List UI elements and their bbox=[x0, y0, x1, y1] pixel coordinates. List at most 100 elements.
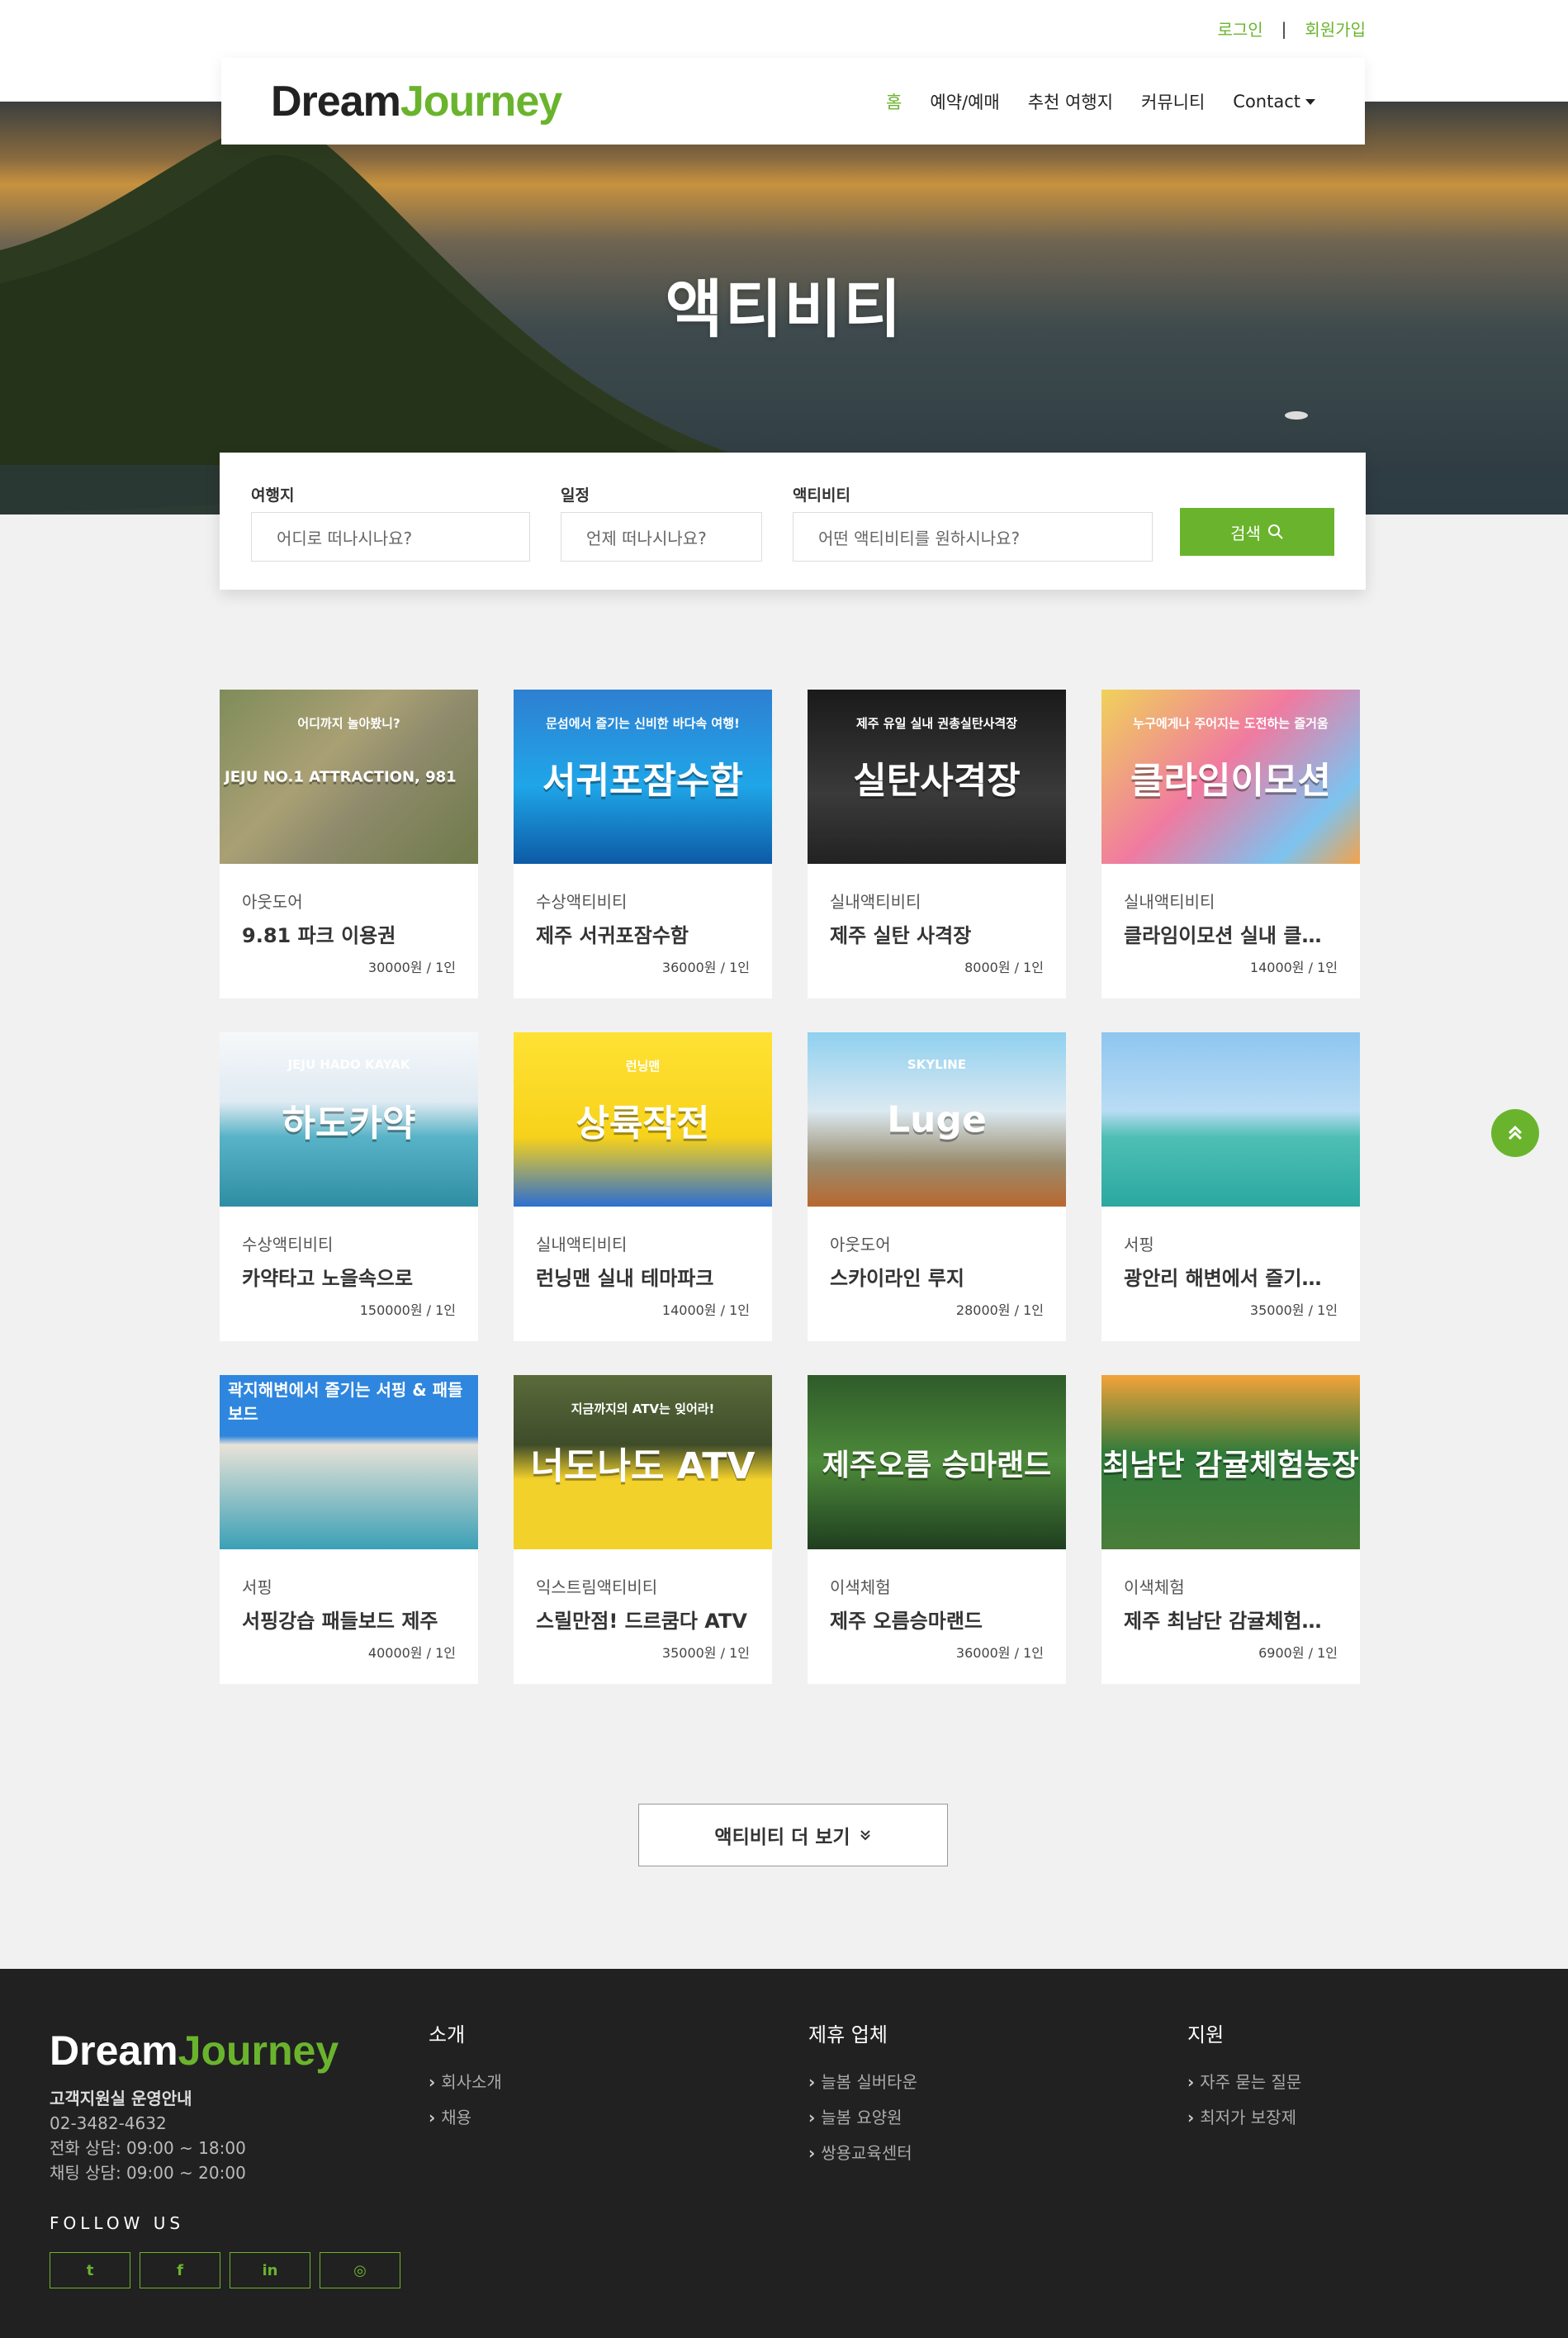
activity-info: 아웃도어 9.81 파크 이용권 30000원 / 1인 bbox=[220, 889, 478, 976]
activity-price: 8000원 / 1인 bbox=[964, 960, 1044, 975]
activity-card[interactable]: SKYLINE Luge 아웃도어 스카이라인 루지 28000원 / 1인 bbox=[808, 1032, 1066, 1341]
activity-thumbnail[interactable]: 곽지해변에서 즐기는 서핑 & 패들보드 bbox=[220, 1375, 478, 1549]
activity-label: 액티비티 bbox=[793, 486, 850, 505]
footer-link[interactable]: 최저가 보장제 bbox=[1187, 2104, 1301, 2128]
activity-card[interactable]: 최남단 감귤체험농장 이색체험 제주 최남단 감귤체험농장 6900원 / 1인 bbox=[1101, 1375, 1360, 1684]
scroll-to-top-button[interactable] bbox=[1491, 1109, 1539, 1157]
footer-link[interactable]: 자주 묻는 질문 bbox=[1187, 2069, 1301, 2093]
footer-link[interactable]: 회사소개 bbox=[429, 2069, 502, 2093]
nav-home[interactable]: 홈 bbox=[886, 89, 902, 114]
auth-links: 로그인 | 회원가입 bbox=[1217, 17, 1366, 40]
activity-title[interactable]: 카약타고 노을속으로 bbox=[242, 1262, 456, 1291]
activity-price: 150000원 / 1인 bbox=[359, 1302, 456, 1318]
activity-thumbnail[interactable]: 누구에게나 주어지는 도전하는 즐거움 클라임이모션 bbox=[1101, 690, 1360, 864]
more-activities-button[interactable]: 액티비티 더 보기 bbox=[638, 1804, 948, 1866]
activity-title[interactable]: 클라임이모션 실내 클라이밍 bbox=[1124, 919, 1338, 948]
activity-title[interactable]: 광안리 해변에서 즐기는 윈드서핑 bbox=[1124, 1262, 1338, 1291]
activity-category: 수상액티비티 bbox=[242, 1235, 334, 1254]
activity-info: 이색체험제주 오름승마랜드 36000원 / 1인 bbox=[808, 1574, 1066, 1662]
chat-hours: 채팅 상담: 09:00 ~ 20:00 bbox=[50, 2163, 246, 2183]
activity-price: 6900원 / 1인 bbox=[1258, 1645, 1338, 1661]
logo-part-journey: Journey bbox=[400, 77, 562, 126]
activity-card[interactable]: 서핑광안리 해변에서 즐기는 윈드서핑 35000원 / 1인 bbox=[1101, 1032, 1360, 1341]
activity-thumbnail[interactable]: SKYLINE Luge bbox=[808, 1032, 1066, 1207]
activity-price: 36000원 / 1인 bbox=[955, 1645, 1044, 1661]
more-button-label: 액티비티 더 보기 bbox=[714, 1827, 850, 1848]
activity-card[interactable]: 문섬에서 즐기는 신비한 바다속 여행! 서귀포잠수함수상액티비티제주 서귀포잠수… bbox=[514, 690, 772, 998]
activity-category: 서핑 bbox=[1124, 1235, 1154, 1254]
nav-booking[interactable]: 예약/예매 bbox=[930, 89, 999, 114]
activity-input[interactable]: 어떤 액티비티를 원하시나요? bbox=[793, 512, 1153, 562]
activity-card[interactable]: 누구에게나 주어지는 도전하는 즐거움 클라임이모션실내액티비티클라임이모션 실내… bbox=[1101, 690, 1360, 998]
nav-community[interactable]: 커뮤니티 bbox=[1141, 89, 1205, 114]
footer-col-partners-title: 제휴 업체 bbox=[808, 2023, 888, 2046]
footer-link[interactable]: 늘봄 요양원 bbox=[808, 2104, 917, 2128]
date-input[interactable]: 언제 떠나시나요? bbox=[561, 512, 762, 562]
linkedin-icon[interactable]: in bbox=[230, 2252, 310, 2288]
activity-thumbnail[interactable]: 제주 유일 실내 권총실탄사격장 실탄사격장 bbox=[808, 690, 1066, 864]
activity-category: 이색체험 bbox=[830, 1577, 891, 1597]
phone-hours: 전화 상담: 09:00 ~ 18:00 bbox=[50, 2138, 246, 2158]
activity-thumbnail[interactable]: 런닝맨 상륙작전 bbox=[514, 1032, 772, 1207]
activity-card[interactable]: 지금까지의 ATV는 잊어라! 너도나도 ATV 익스트림액티비티 스릴만점! 드르쿰… bbox=[514, 1375, 772, 1684]
footer-link[interactable]: 채용 bbox=[429, 2104, 502, 2128]
activity-title[interactable]: 스릴만점! 드르쿰다 ATV bbox=[536, 1605, 750, 1634]
activity-info: 수상액티비티 제주 서귀포잠수함 36000원 / 1인 bbox=[514, 889, 772, 976]
activity-title[interactable]: 서핑강습 패들보드 제주 bbox=[242, 1605, 456, 1634]
nav-recommend[interactable]: 추천 여행지 bbox=[1028, 89, 1113, 114]
social-links: t f in ◎ bbox=[50, 2252, 400, 2288]
footer-logo-dream: Dream bbox=[50, 2027, 178, 2074]
search-button-label: 검색 bbox=[1230, 523, 1261, 543]
thumbnail-headline: 제주오름 승마랜드 bbox=[822, 1448, 1052, 1482]
activity-title[interactable]: 제주 실탄 사격장 bbox=[830, 919, 1044, 948]
activity-info: 아웃도어 스카이라인 루지 28000원 / 1인 bbox=[808, 1231, 1066, 1319]
activity-card[interactable]: 곽지해변에서 즐기는 서핑 & 패들보드 서핑 서핑강습 패들보드 제주 40000원… bbox=[220, 1375, 478, 1684]
activity-card[interactable]: 어디까지 놀아봤니? JEJU NO.1 ATTRACTION, 981 아웃도어 9… bbox=[220, 690, 478, 998]
thumbnail-subtext: 지금까지의 ATV는 잊어라! bbox=[571, 1401, 715, 1416]
activity-category: 실내액티비티 bbox=[1124, 892, 1215, 912]
activity-card[interactable]: 제주 유일 실내 권총실탄사격장 실탄사격장 실내액티비티 제주 실탄 사격장 8000… bbox=[808, 690, 1066, 998]
activity-thumbnail[interactable] bbox=[1101, 1032, 1360, 1207]
support-title: 고객지원실 운영안내 bbox=[50, 2089, 192, 2108]
destination-field-group: 여행지 어디로 떠나시나요? bbox=[251, 483, 530, 562]
activity-card[interactable]: JEJU HADO KAYAK 하도카약수상액티비티카약타고 노을속으로 15000… bbox=[220, 1032, 478, 1341]
activity-category: 실내액티비티 bbox=[536, 1235, 628, 1254]
facebook-icon[interactable]: f bbox=[140, 2252, 220, 2288]
activity-title[interactable]: 런닝맨 실내 테마파크 bbox=[536, 1262, 750, 1291]
twitter-icon[interactable]: t bbox=[50, 2252, 130, 2288]
activity-card[interactable]: 런닝맨 상륙작전실내액티비티런닝맨 실내 테마파크 14000원 / 1인 bbox=[514, 1032, 772, 1341]
caret-down-icon bbox=[1305, 99, 1315, 105]
activity-category: 수상액티비티 bbox=[536, 892, 628, 912]
nav-contact-dropdown[interactable]: Contact bbox=[1233, 92, 1315, 111]
activity-thumbnail[interactable]: 지금까지의 ATV는 잊어라! 너도나도 ATV bbox=[514, 1375, 772, 1549]
signup-link[interactable]: 회원가입 bbox=[1305, 17, 1366, 40]
activity-info: 이색체험 제주 최남단 감귤체험농장 6900원 / 1인 bbox=[1101, 1574, 1360, 1662]
login-link[interactable]: 로그인 bbox=[1217, 17, 1262, 40]
activity-title[interactable]: 제주 최남단 감귤체험농장 bbox=[1124, 1605, 1338, 1634]
activity-title[interactable]: 제주 서귀포잠수함 bbox=[536, 919, 750, 948]
footer-col-about: 소개 회사소개 채용 bbox=[429, 2018, 502, 2140]
thumbnail-headline: 실탄사격장 bbox=[853, 759, 1021, 802]
thumbnail-headline: 상륙작전 bbox=[576, 1102, 710, 1145]
thumbnail-subtext: 곽지해변에서 즐기는 서핑 & 패들보드 bbox=[228, 1380, 463, 1424]
site-logo[interactable]: DreamJourney bbox=[271, 77, 562, 126]
activity-thumbnail[interactable]: 최남단 감귤체험농장 bbox=[1101, 1375, 1360, 1549]
activity-price: 40000원 / 1인 bbox=[367, 1645, 456, 1661]
footer-link[interactable]: 늘봄 실버타운 bbox=[808, 2069, 917, 2093]
activity-title[interactable]: 9.81 파크 이용권 bbox=[242, 919, 456, 948]
footer-link[interactable]: 쌍용교육센터 bbox=[808, 2140, 917, 2164]
activity-title[interactable]: 스카이라인 루지 bbox=[830, 1262, 1044, 1291]
footer-logo[interactable]: DreamJourney bbox=[50, 2027, 339, 2075]
search-button[interactable]: 검색 bbox=[1180, 508, 1334, 556]
activity-thumbnail[interactable]: JEJU HADO KAYAK 하도카약 bbox=[220, 1032, 478, 1207]
activity-title[interactable]: 제주 오름승마랜드 bbox=[830, 1605, 1044, 1634]
instagram-icon[interactable]: ◎ bbox=[320, 2252, 400, 2288]
activity-card[interactable]: 제주오름 승마랜드이색체험제주 오름승마랜드 36000원 / 1인 bbox=[808, 1375, 1066, 1684]
destination-input[interactable]: 어디로 떠나시나요? bbox=[251, 512, 530, 562]
activity-price: 14000원 / 1인 bbox=[661, 1302, 750, 1318]
activity-thumbnail[interactable]: 어디까지 놀아봤니? JEJU NO.1 ATTRACTION, 981 bbox=[220, 690, 478, 864]
support-phone: 02-3482-4632 bbox=[50, 2113, 167, 2133]
activity-thumbnail[interactable]: 문섬에서 즐기는 신비한 바다속 여행! 서귀포잠수함 bbox=[514, 690, 772, 864]
destination-label: 여행지 bbox=[251, 486, 295, 505]
activity-thumbnail[interactable]: 제주오름 승마랜드 bbox=[808, 1375, 1066, 1549]
